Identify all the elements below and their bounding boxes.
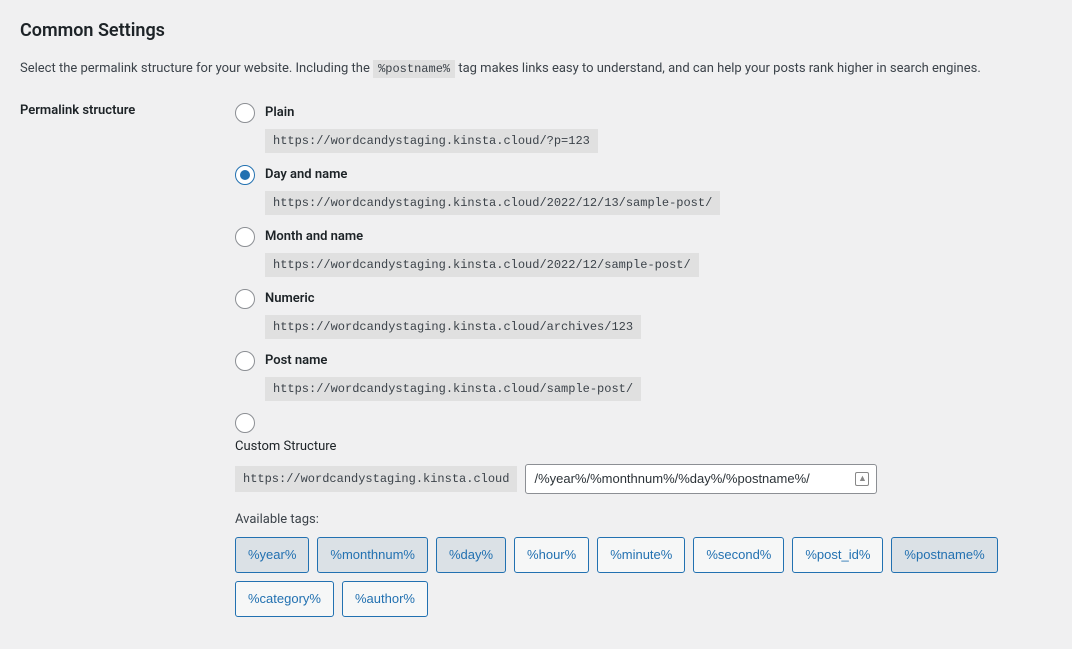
tag-button[interactable]: %author% <box>342 581 428 617</box>
tag-button[interactable]: %day% <box>436 537 506 573</box>
available-tags-label: Available tags: <box>235 512 1052 527</box>
radio-post-name-label[interactable]: Post name <box>265 353 327 368</box>
radio-plain-label[interactable]: Plain <box>265 105 294 120</box>
radio-month-name[interactable] <box>235 227 255 247</box>
section-heading: Common Settings <box>20 20 1052 41</box>
radio-post-name[interactable] <box>235 351 255 371</box>
custom-base-url: https://wordcandystaging.kinsta.cloud <box>235 466 517 492</box>
custom-structure-label: Custom Structure <box>235 439 1052 454</box>
input-indicator-icon: ▲ <box>855 472 869 486</box>
tag-button[interactable]: %postname% <box>891 537 997 573</box>
custom-structure-input[interactable] <box>525 464 877 494</box>
permalink-structure-label: Permalink structure <box>20 103 235 629</box>
example-month-name: https://wordcandystaging.kinsta.cloud/20… <box>265 253 699 277</box>
example-post-name: https://wordcandystaging.kinsta.cloud/sa… <box>265 377 641 401</box>
tag-button[interactable]: %category% <box>235 581 334 617</box>
tag-button[interactable]: %hour% <box>514 537 589 573</box>
radio-plain[interactable] <box>235 103 255 123</box>
tags-row: %year%%monthnum%%day%%hour%%minute%%seco… <box>235 537 1052 617</box>
radio-day-name[interactable] <box>235 165 255 185</box>
radio-month-name-label[interactable]: Month and name <box>265 229 363 244</box>
radio-custom[interactable] <box>235 413 255 433</box>
tag-button[interactable]: %second% <box>693 537 784 573</box>
radio-day-name-label[interactable]: Day and name <box>265 167 347 182</box>
example-day-name: https://wordcandystaging.kinsta.cloud/20… <box>265 191 720 215</box>
tag-button[interactable]: %minute% <box>597 537 685 573</box>
tag-button[interactable]: %post_id% <box>792 537 883 573</box>
example-plain: https://wordcandystaging.kinsta.cloud/?p… <box>265 129 598 153</box>
tag-button[interactable]: %monthnum% <box>317 537 428 573</box>
radio-numeric-label[interactable]: Numeric <box>265 291 315 306</box>
example-numeric: https://wordcandystaging.kinsta.cloud/ar… <box>265 315 641 339</box>
tag-button[interactable]: %year% <box>235 537 309 573</box>
section-description: Select the permalink structure for your … <box>20 59 1052 79</box>
radio-numeric[interactable] <box>235 289 255 309</box>
postname-code: %postname% <box>373 60 455 78</box>
